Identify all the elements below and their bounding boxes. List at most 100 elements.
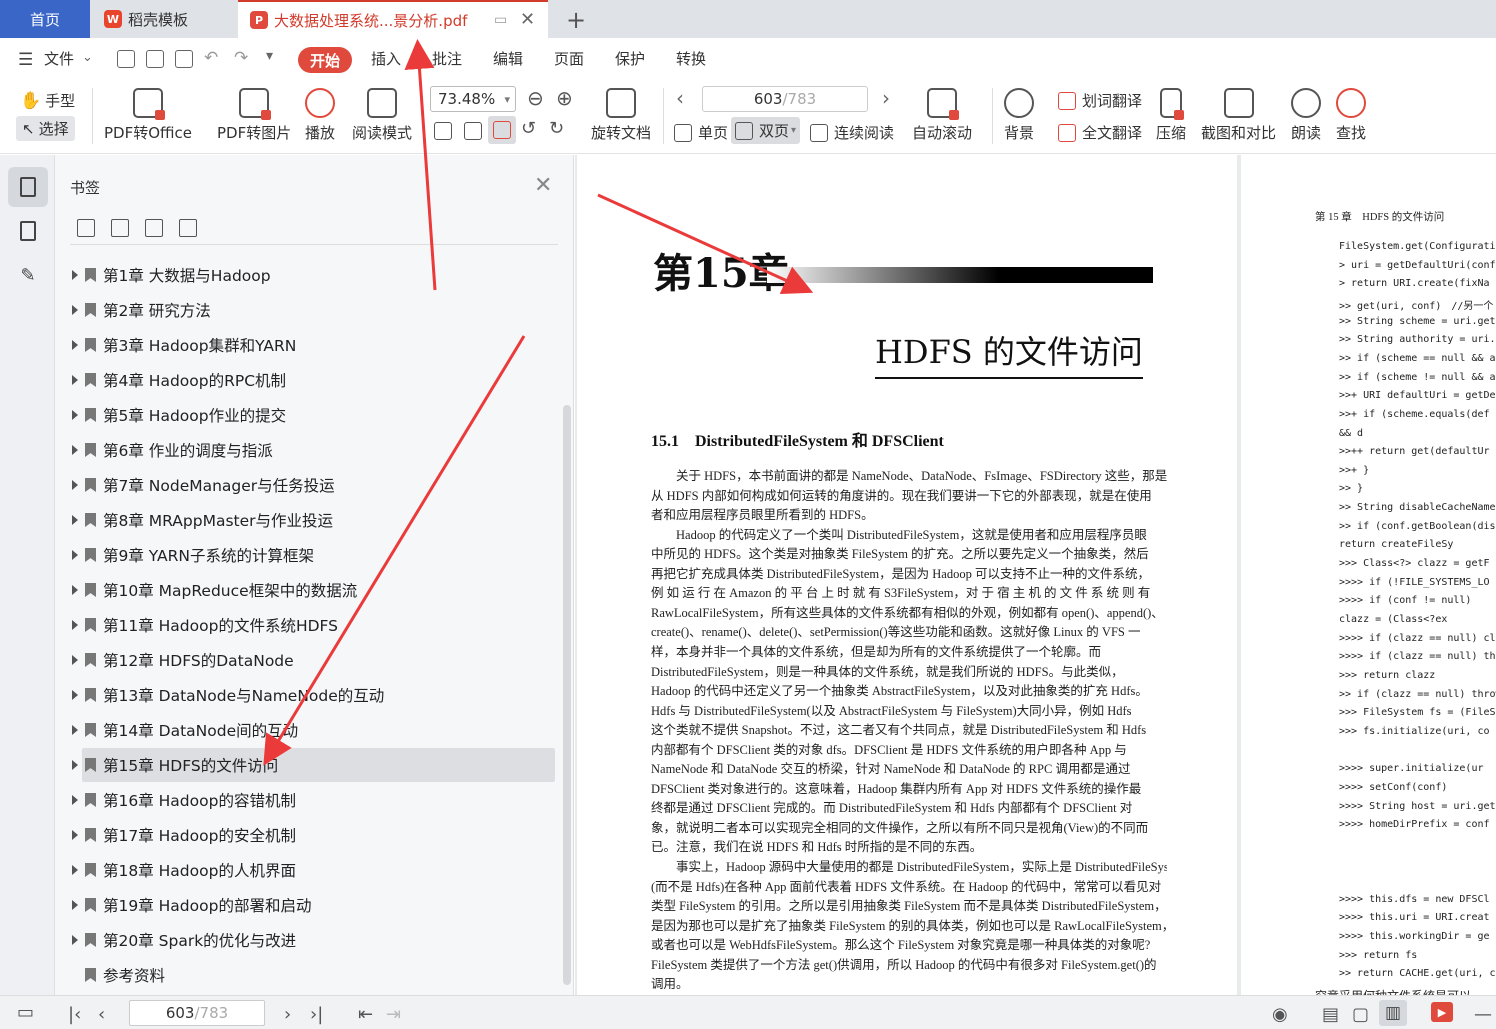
background-button[interactable]: 背景 <box>1004 88 1034 143</box>
expand-caret-icon[interactable] <box>72 445 78 455</box>
tab-home[interactable]: 首页 <box>0 0 90 38</box>
expand-caret-icon[interactable] <box>72 830 78 840</box>
expand-caret-icon[interactable] <box>72 515 78 525</box>
bookmark-item[interactable]: 第16章 Hadoop的容错机制 <box>72 783 555 817</box>
bookmark-item[interactable]: 第18章 Hadoop的人机界面 <box>72 853 555 887</box>
expand-caret-icon[interactable] <box>72 935 78 945</box>
bookmark-item[interactable]: 第3章 Hadoop集群和YARN <box>72 328 555 362</box>
prev-page-icon[interactable]: ‹ <box>676 86 684 110</box>
document-view[interactable]: 第15章 HDFS 的文件访问 15.1 DistributedFileSyst… <box>575 155 1496 995</box>
fit-page-icon[interactable] <box>464 122 482 140</box>
quick-access-dropdown-icon[interactable]: ▾ <box>266 48 273 64</box>
menu-protect[interactable]: 保护 <box>615 48 645 69</box>
redo-icon[interactable]: ↷ <box>234 48 248 68</box>
pdf-to-image-button[interactable]: PDF转图片 <box>217 88 291 143</box>
read-aloud-button[interactable]: 朗读 <box>1291 88 1321 143</box>
rotate-right-icon[interactable]: ↻ <box>549 118 564 139</box>
bookmark-item[interactable]: 第20章 Spark的优化与改进 <box>72 923 555 957</box>
annotation-panel-button[interactable]: ✎ <box>8 255 48 295</box>
close-icon[interactable]: ✕ <box>534 173 552 198</box>
collapse-all-icon[interactable] <box>111 219 129 237</box>
last-page-icon[interactable]: ›| <box>310 1004 323 1025</box>
expand-caret-icon[interactable] <box>72 690 78 700</box>
zoom-select[interactable]: 73.48% ▾ <box>430 86 516 112</box>
tab-close-icon[interactable]: ✕ <box>520 9 535 30</box>
bookmark-item[interactable]: 第15章 HDFS的文件访问 <box>72 748 555 782</box>
tab-float-icon[interactable]: ▭ <box>494 12 507 28</box>
bookmark-item[interactable]: 第2章 研究方法 <box>72 293 555 327</box>
menu-insert[interactable]: 插入 <box>371 48 401 69</box>
double-view-icon[interactable]: ▥ <box>1379 1000 1407 1026</box>
continuous-view-icon[interactable]: ▤ <box>1322 1004 1339 1025</box>
expand-caret-icon[interactable] <box>72 340 78 350</box>
play-icon[interactable]: ▶ <box>1431 1002 1453 1022</box>
expand-all-icon[interactable] <box>77 219 95 237</box>
single-page-button[interactable]: 单页 <box>674 122 728 143</box>
hand-tool-button[interactable]: ✋ 手型 <box>20 90 75 111</box>
bookmark-item[interactable]: 第6章 作业的调度与指派 <box>72 433 555 467</box>
add-bookmark-icon[interactable] <box>145 219 163 237</box>
rotate-document-button[interactable]: 旋转文档 <box>591 88 651 143</box>
open-folder-icon[interactable] <box>117 50 135 68</box>
fit-width-button[interactable] <box>488 116 516 144</box>
full-translate-button[interactable]: 全文翻译 <box>1058 122 1142 143</box>
expand-caret-icon[interactable] <box>72 655 78 665</box>
eye-protection-icon[interactable]: ◉ <box>1272 1004 1288 1025</box>
tab-docer-templates[interactable]: W 稻壳模板 <box>92 0 236 38</box>
bookmark-item[interactable]: 第9章 YARN子系统的计算框架 <box>72 538 555 572</box>
auto-scroll-button[interactable]: 自动滚动 <box>912 88 972 143</box>
expand-caret-icon[interactable] <box>72 550 78 560</box>
actual-size-icon[interactable] <box>434 122 452 140</box>
read-mode-button[interactable]: 阅读模式 <box>352 88 412 143</box>
bookmark-item[interactable]: 第5章 Hadoop作业的提交 <box>72 398 555 432</box>
new-tab-icon[interactable]: + <box>566 6 586 34</box>
play-button[interactable]: 播放 <box>305 88 335 143</box>
expand-caret-icon[interactable] <box>72 725 78 735</box>
expand-caret-icon[interactable] <box>72 305 78 315</box>
expand-caret-icon[interactable] <box>72 900 78 910</box>
bookmark-item[interactable]: 第17章 Hadoop的安全机制 <box>72 818 555 852</box>
bookmark-panel-button[interactable] <box>8 167 48 207</box>
status-page-input[interactable]: 603/783 <box>129 1000 265 1026</box>
bookmark-item[interactable]: 第1章 大数据与Hadoop <box>72 258 555 292</box>
chevron-down-icon[interactable]: ⌄ <box>82 50 93 65</box>
menu-convert[interactable]: 转换 <box>676 48 706 69</box>
remove-bookmark-icon[interactable] <box>179 219 197 237</box>
zoom-in-icon[interactable]: ⊕ <box>556 86 573 110</box>
hamburger-menu-icon[interactable]: ☰ <box>18 50 33 70</box>
single-view-icon[interactable]: ▢ <box>1352 1004 1369 1025</box>
word-translate-button[interactable]: 划词翻译 <box>1058 90 1142 111</box>
prev-page-icon[interactable]: ‹ <box>98 1004 105 1025</box>
expand-caret-icon[interactable] <box>72 760 78 770</box>
tab-pdf-document[interactable]: P 大数据处理系统...景分析.pdf ▭ ✕ <box>238 0 548 38</box>
bookmark-item[interactable]: 第7章 NodeManager与任务投运 <box>72 468 555 502</box>
bookmark-item[interactable]: 第14章 DataNode间的互动 <box>72 713 555 747</box>
find-button[interactable]: 查找 <box>1336 88 1366 143</box>
menu-annotate[interactable]: 批注 <box>432 48 462 69</box>
expand-caret-icon[interactable] <box>72 795 78 805</box>
first-page-icon[interactable]: |‹ <box>68 1004 81 1025</box>
print-icon[interactable] <box>175 50 193 68</box>
next-page-icon[interactable]: › <box>882 86 890 110</box>
compress-button[interactable]: 压缩 <box>1156 88 1186 143</box>
double-page-button[interactable]: 双页 ▾ <box>731 117 801 144</box>
sidebar-toggle-icon[interactable]: ▭ <box>17 1002 34 1023</box>
undo-icon[interactable]: ↶ <box>204 48 218 68</box>
bookmark-item[interactable]: 第19章 Hadoop的部署和启动 <box>72 888 555 922</box>
thumbnail-panel-button[interactable] <box>8 211 48 251</box>
bookmark-item[interactable]: 第8章 MRAppMaster与作业投运 <box>72 503 555 537</box>
menu-start[interactable]: 开始 <box>298 47 352 73</box>
bookmark-item[interactable]: 第10章 MapReduce框架中的数据流 <box>72 573 555 607</box>
expand-caret-icon[interactable] <box>72 410 78 420</box>
zoom-out-icon[interactable]: ⊖ <box>527 86 544 110</box>
continuous-read-button[interactable]: 连续阅读 <box>810 122 894 143</box>
page-number-input[interactable]: 603/783 <box>702 86 868 112</box>
expand-caret-icon[interactable] <box>72 480 78 490</box>
bookmark-item[interactable]: 第11章 Hadoop的文件系统HDFS <box>72 608 555 642</box>
expand-caret-icon[interactable] <box>72 375 78 385</box>
menu-edit[interactable]: 编辑 <box>493 48 523 69</box>
menu-page[interactable]: 页面 <box>554 48 584 69</box>
zoom-out-icon[interactable]: — <box>1474 1004 1492 1025</box>
menu-file[interactable]: 文件 <box>44 48 74 69</box>
bookmark-item[interactable]: 第13章 DataNode与NameNode的互动 <box>72 678 555 712</box>
